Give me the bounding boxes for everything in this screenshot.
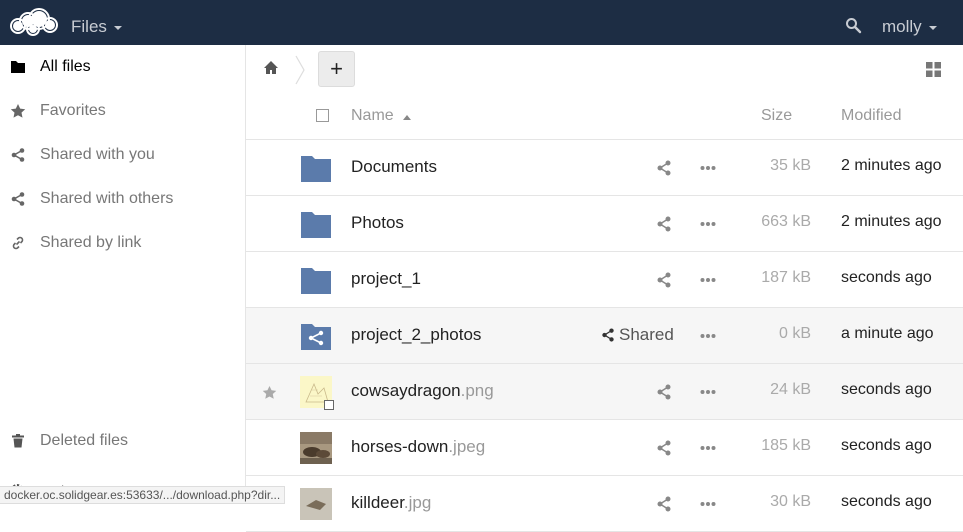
breadcrumb-separator (295, 55, 305, 85)
file-size: 187 kB (761, 269, 811, 286)
share-icon[interactable] (656, 272, 672, 288)
share-icon[interactable] (656, 384, 672, 400)
sidebar-item-deleted-files[interactable]: Deleted files (0, 419, 245, 463)
folder-icon (10, 59, 26, 75)
file-modified: a minute ago (841, 325, 934, 342)
owncloud-logo-icon[interactable] (8, 7, 60, 37)
image-thumbnail (300, 432, 332, 464)
sidebar-item-label: All files (40, 58, 91, 75)
file-name[interactable]: killdeer.jpg (351, 493, 431, 513)
new-button[interactable]: + (318, 51, 355, 87)
sidebar-item-shared-with-others[interactable]: Shared with others (0, 177, 245, 221)
sidebar-item-label: Shared with you (40, 146, 155, 163)
share-icon[interactable] (656, 160, 672, 176)
file-modified: seconds ago (841, 269, 932, 286)
more-options-icon[interactable] (700, 165, 716, 171)
file-row-project-2-photos[interactable]: project_2_photos Shared 0 kB a minute ag… (246, 308, 963, 364)
file-size: 663 kB (761, 213, 811, 230)
more-options-icon[interactable] (700, 333, 716, 339)
sidebar-item-label: Shared with others (40, 190, 174, 207)
select-all-checkbox[interactable] (316, 109, 329, 122)
user-name: molly (882, 17, 922, 36)
more-options-icon[interactable] (700, 277, 716, 283)
file-size: 24 kB (770, 381, 811, 398)
name-header-label: Name (351, 107, 394, 124)
sort-ascending-icon (402, 114, 411, 120)
file-name[interactable]: Photos (351, 213, 404, 233)
star-icon (10, 103, 26, 119)
file-size: 35 kB (770, 157, 811, 174)
file-row-project-1[interactable]: project_1 187 kB seconds ago (246, 252, 963, 308)
more-options-icon[interactable] (700, 445, 716, 451)
more-options-icon[interactable] (700, 501, 716, 507)
share-icon[interactable] (656, 216, 672, 232)
controls-bar: + (246, 45, 963, 95)
folder-icon (301, 268, 331, 294)
file-name[interactable]: horses-down.jpeg (351, 437, 485, 457)
file-row-killdeer[interactable]: killdeer.jpg 30 kB seconds ago (246, 476, 963, 532)
sidebar-item-label: Shared by link (40, 234, 142, 251)
file-name[interactable]: cowsaydragon.png (351, 381, 494, 401)
shared-status-button[interactable]: Shared (601, 325, 674, 345)
file-row-cowsaydragon[interactable]: cowsaydragon.png 24 kB seconds ago (246, 364, 963, 420)
share-icon[interactable] (656, 496, 672, 512)
trash-icon (10, 433, 26, 449)
share-icon (602, 328, 614, 342)
app-name: Files (71, 17, 107, 36)
share-icon[interactable] (656, 440, 672, 456)
file-modified: seconds ago (841, 437, 932, 454)
sidebar-item-label: Deleted files (40, 432, 129, 449)
sidebar: All files Favorites Shared with you Shar… (0, 45, 246, 504)
file-name[interactable]: Documents (351, 157, 437, 177)
browser-status-bar: docker.oc.solidgear.es:53633/.../downloa… (0, 486, 286, 504)
modified-column-header[interactable]: Modified (841, 107, 901, 125)
link-icon (10, 235, 26, 251)
folder-icon (301, 212, 331, 238)
file-modified: seconds ago (841, 381, 932, 398)
caret-down-icon (928, 26, 937, 30)
file-row-horses-down[interactable]: horses-down.jpeg 185 kB seconds ago (246, 420, 963, 476)
file-table-header: Name Size Modified (246, 95, 963, 140)
sidebar-item-all-files[interactable]: All files (0, 45, 245, 89)
file-row-documents[interactable]: Documents 35 kB 2 minutes ago (246, 140, 963, 196)
file-size: 30 kB (770, 493, 811, 510)
more-options-icon[interactable] (700, 221, 716, 227)
share-icon (10, 191, 26, 207)
row-select-checkbox[interactable] (324, 400, 334, 410)
name-column-header[interactable]: Name (351, 107, 411, 125)
home-icon[interactable] (263, 60, 279, 76)
sidebar-item-favorites[interactable]: Favorites (0, 89, 245, 133)
file-row-photos[interactable]: Photos 663 kB 2 minutes ago (246, 196, 963, 252)
sidebar-item-shared-by-link[interactable]: Shared by link (0, 221, 245, 265)
shared-folder-icon (301, 324, 331, 350)
more-options-icon[interactable] (700, 389, 716, 395)
file-name[interactable]: project_1 (351, 269, 421, 289)
size-column-header[interactable]: Size (761, 107, 792, 125)
share-icon (10, 147, 26, 163)
shared-label: Shared (619, 325, 674, 344)
sidebar-item-shared-with-you[interactable]: Shared with you (0, 133, 245, 177)
sidebar-item-label: Favorites (40, 102, 106, 119)
search-icon[interactable] (845, 17, 863, 35)
file-size: 185 kB (761, 437, 811, 454)
file-modified: 2 minutes ago (841, 157, 942, 174)
user-menu-button[interactable]: molly (882, 17, 937, 37)
file-size: 0 kB (778, 325, 811, 342)
folder-icon (301, 156, 331, 182)
image-thumbnail (300, 488, 332, 520)
file-modified: 2 minutes ago (841, 213, 942, 230)
caret-down-icon (113, 26, 122, 30)
app-menu-button[interactable]: Files (71, 17, 122, 37)
top-header: Files molly (0, 0, 963, 45)
file-name[interactable]: project_2_photos (351, 325, 481, 345)
grid-view-icon[interactable] (926, 62, 941, 77)
file-modified: seconds ago (841, 493, 932, 510)
star-icon[interactable] (262, 385, 277, 400)
